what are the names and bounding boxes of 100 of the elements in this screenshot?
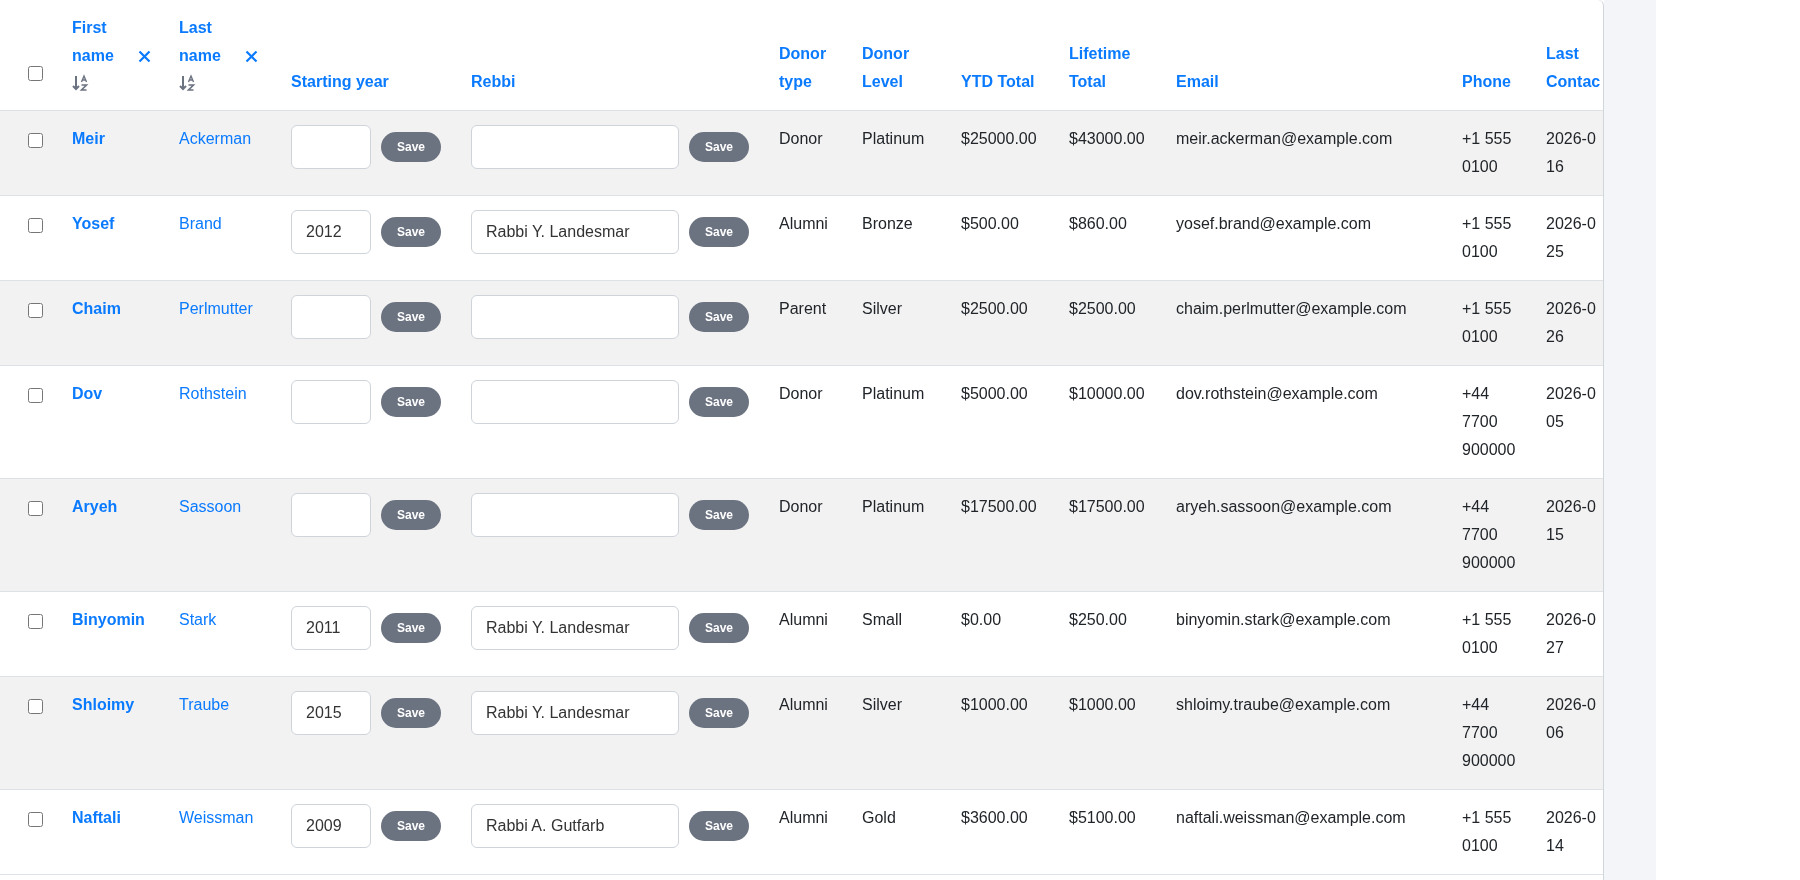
row-checkbox[interactable]	[28, 699, 43, 714]
phone-text: +44 7700 900000	[1462, 497, 1517, 573]
input-field[interactable]	[471, 493, 679, 537]
date-text: 2026-0 16	[1546, 129, 1597, 177]
name-link[interactable]: Naftali	[72, 809, 121, 826]
sort-icon[interactable]	[179, 74, 197, 92]
date-text: 2026-0 05	[1546, 384, 1597, 432]
row-checkbox[interactable]	[28, 501, 43, 516]
input-field[interactable]	[471, 125, 679, 169]
save-button[interactable]: Save	[381, 811, 442, 841]
donor-level: Platinum	[862, 384, 926, 404]
input-field[interactable]: 2015	[291, 691, 371, 735]
column-header[interactable]: First name	[72, 14, 118, 70]
save-button[interactable]: Save	[381, 698, 442, 728]
ytd-total: $3600.00	[961, 808, 1029, 828]
row-checkbox[interactable]	[28, 614, 43, 629]
email-text: shloimy.traube@example.com	[1176, 695, 1392, 715]
column-header[interactable]: Starting year	[291, 68, 455, 96]
lifetime-total: $43000.00	[1069, 129, 1146, 149]
input-field[interactable]	[291, 125, 371, 169]
ytd-total: $25000.00	[961, 129, 1038, 149]
name-link[interactable]: Perlmutter	[179, 300, 253, 317]
lifetime-total: $2500.00	[1069, 299, 1137, 319]
row-checkbox[interactable]	[28, 218, 43, 233]
name-link[interactable]: Rothstein	[179, 385, 247, 402]
save-button[interactable]: Save	[381, 500, 442, 530]
input-field[interactable]: Rabbi A. Gutfarb	[471, 804, 679, 848]
name-link[interactable]: Shloimy	[72, 696, 135, 713]
save-button[interactable]: Save	[689, 387, 750, 417]
row-checkbox[interactable]	[28, 133, 43, 148]
save-button[interactable]: Save	[381, 132, 442, 162]
save-button[interactable]: Save	[689, 500, 750, 530]
name-link[interactable]: Stark	[179, 611, 217, 628]
save-button[interactable]: Save	[689, 698, 750, 728]
date-text: 2026-0 25	[1546, 214, 1597, 262]
save-button[interactable]: Save	[381, 217, 442, 247]
date-text: 2026-0 14	[1546, 808, 1597, 856]
input-field[interactable]	[471, 380, 679, 424]
phone-text: +1 555 0100	[1462, 808, 1513, 856]
phone-text: +1 555 0100	[1462, 214, 1513, 262]
donor-level: Platinum	[862, 497, 926, 517]
row-checkbox[interactable]	[28, 812, 43, 827]
input-field[interactable]: 2011	[291, 606, 371, 650]
name-link[interactable]: Sassoon	[179, 498, 242, 515]
column-header[interactable]: Phone	[1462, 68, 1530, 96]
column-header[interactable]: Rebbi	[471, 68, 763, 96]
name-link[interactable]: Meir	[72, 130, 105, 147]
row-checkbox[interactable]	[28, 303, 43, 318]
name-link[interactable]: Brand	[179, 215, 222, 232]
input-field[interactable]: 2009	[291, 804, 371, 848]
input-field[interactable]: 2012	[291, 210, 371, 254]
ytd-total: $5000.00	[961, 384, 1029, 404]
column-header[interactable]: Donor type	[779, 40, 846, 96]
sort-icon[interactable]	[72, 74, 90, 92]
select-all-checkbox[interactable]	[28, 66, 43, 81]
column-header[interactable]: Lifetime Total	[1069, 40, 1160, 96]
email-text: dov.rothstein@example.com	[1176, 384, 1379, 404]
input-field[interactable]	[471, 295, 679, 339]
input-field[interactable]	[291, 493, 371, 537]
name-link[interactable]: Aryeh	[72, 498, 118, 515]
donor-level: Silver	[862, 299, 903, 319]
save-button[interactable]: Save	[689, 217, 750, 247]
input-field[interactable]: Rabbi Y. Landesmar	[471, 606, 679, 650]
row-checkbox[interactable]	[28, 388, 43, 403]
email-text: yosef.brand@example.com	[1176, 214, 1372, 234]
save-button[interactable]: Save	[689, 811, 750, 841]
column-header[interactable]: YTD Total	[961, 68, 1053, 96]
save-button[interactable]: Save	[381, 387, 442, 417]
input-field[interactable]	[291, 295, 371, 339]
donor-type: Donor	[779, 384, 824, 404]
input-field[interactable]	[291, 380, 371, 424]
name-link[interactable]: Weissman	[179, 809, 254, 826]
column-header[interactable]: Email	[1176, 68, 1446, 96]
name-link[interactable]: Ackerman	[179, 130, 252, 147]
name-link[interactable]: Traube	[179, 696, 230, 713]
phone-text: +44 7700 900000	[1462, 384, 1517, 460]
save-button[interactable]: Save	[381, 613, 442, 643]
lifetime-total: $1000.00	[1069, 695, 1137, 715]
phone-text: +1 555 0100	[1462, 610, 1513, 658]
close-icon[interactable]	[138, 50, 151, 63]
name-link[interactable]: Dov	[72, 385, 103, 402]
donor-level: Small	[862, 610, 903, 630]
lifetime-total: $250.00	[1069, 610, 1128, 630]
input-field[interactable]: Rabbi Y. Landesmar	[471, 691, 679, 735]
save-button[interactable]: Save	[381, 302, 442, 332]
save-button[interactable]: Save	[689, 132, 750, 162]
email-text: naftali.weissman@example.com	[1176, 808, 1407, 828]
input-field[interactable]: Rabbi Y. Landesmar	[471, 210, 679, 254]
ytd-total: $500.00	[961, 214, 1020, 234]
name-link[interactable]: Binyomin	[72, 611, 145, 628]
save-button[interactable]: Save	[689, 302, 750, 332]
column-header[interactable]: Last name	[179, 14, 225, 70]
date-text: 2026-0 06	[1546, 695, 1597, 743]
column-header[interactable]: Donor Level	[862, 40, 945, 96]
donor-level: Bronze	[862, 214, 914, 234]
name-link[interactable]: Chaim	[72, 300, 121, 317]
column-header[interactable]: Last Contac	[1546, 40, 1603, 96]
name-link[interactable]: Yosef	[72, 215, 115, 232]
close-icon[interactable]	[245, 50, 258, 63]
save-button[interactable]: Save	[689, 613, 750, 643]
